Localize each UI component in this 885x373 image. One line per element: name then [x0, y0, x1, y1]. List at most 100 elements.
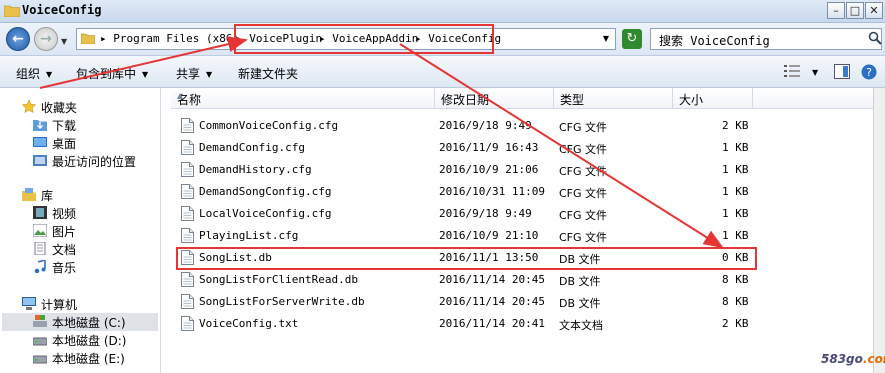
file-type: CFG 文件 — [559, 165, 608, 178]
file-date: 2016/11/14 20:45 — [439, 295, 545, 308]
folder-icon — [4, 5, 20, 17]
column-type[interactable]: 类型 — [554, 88, 673, 109]
file-size: 2 KB — [722, 317, 749, 330]
drive-icon — [33, 337, 47, 346]
file-type: 文本文档 — [559, 319, 603, 332]
breadcrumb-program-files[interactable]: ▸ Program Files (x86) — [100, 32, 239, 45]
file-name: CommonVoiceConfig.cfg — [199, 119, 339, 132]
file-type: CFG 文件 — [559, 143, 608, 156]
file-size: 8 KB — [722, 273, 749, 286]
computer-icon — [22, 297, 36, 310]
music-icon — [34, 260, 46, 273]
share-menu[interactable]: 共享 ▼ — [176, 65, 212, 82]
file-type: CFG 文件 — [559, 121, 608, 134]
folder-icon — [33, 120, 47, 131]
search-icon — [868, 31, 882, 45]
address-highlight-box — [234, 24, 494, 54]
row-highlight-box — [176, 247, 757, 270]
file-size: 2 KB — [722, 119, 749, 132]
minimize-button[interactable]: – — [827, 2, 845, 19]
file-name: PlayingList.cfg — [199, 229, 299, 242]
file-date: 2016/9/18 9:49 — [439, 119, 532, 132]
file-icon — [181, 162, 194, 177]
file-size: 1 KB — [722, 207, 749, 220]
table-row[interactable]: CommonVoiceConfig.cfg 2016/9/18 9:49 CFG 文… — [177, 116, 757, 136]
sort-arrow-icon: ▲ — [177, 91, 184, 100]
file-name: LocalVoiceConfig.cfg — [199, 207, 332, 220]
navigation-pane: 收藏夹 下载 桌面 最近访问的位置 库 视频 图片 文档 音乐 计算机 本地磁盘… — [0, 88, 161, 373]
organize-menu[interactable]: 组织 ▼ — [16, 65, 52, 82]
back-button[interactable]: ← — [6, 27, 30, 51]
file-date: 2016/9/18 9:49 — [439, 207, 532, 220]
file-name: DemandConfig.cfg — [199, 141, 305, 154]
title-bar: VoiceConfig – □ ✕ — [0, 0, 885, 23]
new-folder-button[interactable]: 新建文件夹 — [238, 65, 298, 82]
file-icon — [181, 140, 194, 155]
table-row[interactable]: DemandConfig.cfg 2016/11/9 16:43 CFG 文件 1 K… — [177, 138, 757, 158]
table-row[interactable]: DemandSongConfig.cfg 2016/10/31 11:09 CFG … — [177, 182, 757, 202]
file-name: DemandHistory.cfg — [199, 163, 312, 176]
table-row[interactable]: PlayingList.cfg 2016/10/9 21:10 CFG 文件 1 KB — [177, 226, 757, 246]
file-size: 1 KB — [722, 141, 749, 154]
file-type: CFG 文件 — [559, 187, 608, 200]
column-size[interactable]: 大小 — [673, 88, 753, 109]
search-placeholder: 搜索 VoiceConfig — [659, 34, 770, 48]
desktop-icon — [33, 137, 47, 147]
file-name: SongListForClientRead.db — [199, 273, 358, 286]
folder-icon — [81, 33, 95, 44]
table-row[interactable]: SongListForServerWrite.db 2016/11/14 20:4… — [177, 292, 757, 312]
close-button[interactable]: ✕ — [865, 2, 883, 19]
file-size: 1 KB — [722, 185, 749, 198]
table-row[interactable]: LocalVoiceConfig.cfg 2016/9/18 9:49 CFG 文件… — [177, 204, 757, 224]
file-type: CFG 文件 — [559, 209, 608, 222]
watermark: 583go.com — [821, 352, 885, 366]
forward-icon: → — [40, 31, 52, 47]
column-date[interactable]: 修改日期 — [435, 88, 554, 109]
file-date: 2016/10/9 21:06 — [439, 163, 539, 176]
file-type: CFG 文件 — [559, 231, 608, 244]
drive-icon — [33, 355, 47, 364]
table-row[interactable]: SongListForClientRead.db 2016/11/14 20:45… — [177, 270, 757, 290]
file-size: 1 KB — [722, 229, 749, 242]
refresh-icon: ↻ — [626, 31, 638, 46]
file-icon — [181, 206, 194, 221]
view-options-icon[interactable] — [784, 64, 800, 78]
file-icon — [181, 316, 194, 331]
include-library-menu[interactable]: 包含到库中 ▼ — [76, 65, 148, 82]
command-bar: 组织 ▼ 包含到库中 ▼ 共享 ▼ 新建文件夹 ▼ ? — [0, 56, 885, 88]
file-name: SongListForServerWrite.db — [199, 295, 365, 308]
video-icon — [33, 206, 47, 219]
file-icon — [181, 272, 194, 287]
help-icon[interactable]: ? — [861, 64, 877, 80]
library-icon — [22, 188, 36, 201]
refresh-button[interactable]: ↻ — [622, 29, 642, 49]
window-title: VoiceConfig — [22, 3, 102, 17]
view-dropdown[interactable]: ▼ — [812, 68, 818, 77]
search-input[interactable]: 搜索 VoiceConfig — [650, 28, 882, 50]
address-dropdown[interactable]: ▼ — [603, 34, 609, 43]
forward-button[interactable]: → — [34, 27, 58, 51]
column-name[interactable]: 名称 ▲ — [171, 88, 435, 109]
preview-pane-icon[interactable] — [834, 64, 850, 79]
file-list: 名称 ▲ 修改日期 类型 大小 CommonVoiceConfig.cfg 2016… — [161, 88, 873, 373]
file-type: DB 文件 — [559, 297, 601, 310]
file-name: VoiceConfig.txt — [199, 317, 299, 330]
vertical-scrollbar[interactable] — [873, 88, 885, 373]
nav-drive-c[interactable]: 本地磁盘 (C:) — [2, 313, 158, 331]
document-icon — [34, 242, 46, 255]
file-icon — [181, 228, 194, 243]
recent-places-icon — [33, 155, 47, 166]
file-size: 8 KB — [722, 295, 749, 308]
history-dropdown[interactable]: ▼ — [61, 37, 67, 46]
file-icon — [181, 118, 194, 133]
file-icon — [181, 294, 194, 309]
maximize-button[interactable]: □ — [846, 2, 864, 19]
table-row[interactable]: DemandHistory.cfg 2016/10/9 21:06 CFG 文件 1 … — [177, 160, 757, 180]
column-filler — [753, 88, 873, 109]
file-date: 2016/10/31 11:09 — [439, 185, 545, 198]
file-date: 2016/11/14 20:41 — [439, 317, 545, 330]
picture-icon — [33, 224, 47, 237]
table-row[interactable]: VoiceConfig.txt 2016/11/14 20:41 文本文档 2 KB — [177, 314, 757, 334]
file-name: DemandSongConfig.cfg — [199, 185, 332, 198]
back-icon: ← — [12, 31, 24, 47]
